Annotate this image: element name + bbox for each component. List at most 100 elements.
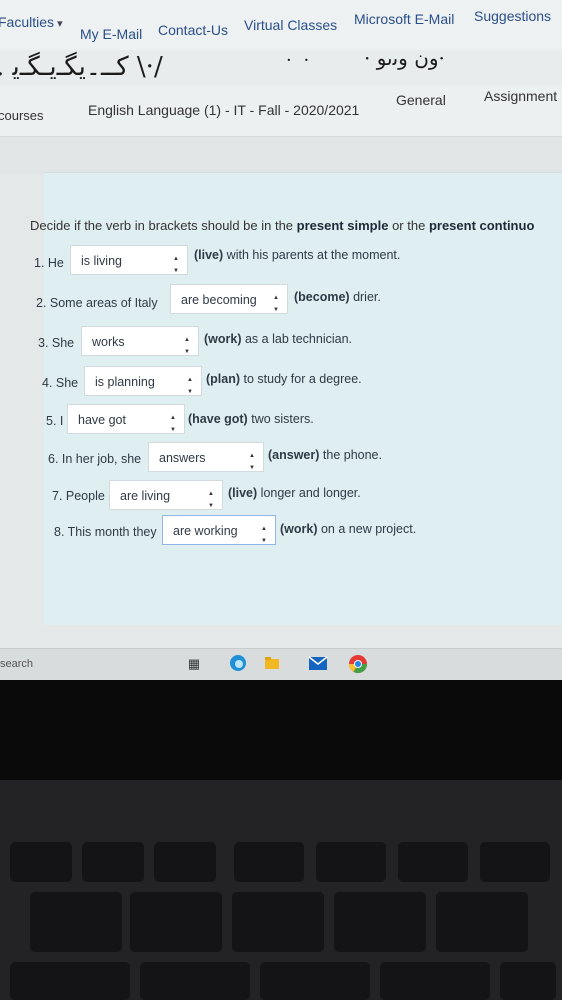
course-header: courses English Language (1) - IT - Fall… [0,86,562,137]
tab-assignment[interactable]: Assignment [484,88,557,104]
instruction-or: or the [392,218,426,233]
tab-general[interactable]: General [396,92,446,108]
instruction-present-simple: present simple [296,218,389,233]
question-1-hint: (live) with his parents at the moment. [194,248,400,262]
question-6-prefix: 6. In her job, she [48,452,142,466]
keyboard-key [500,962,556,1000]
chrome-icon[interactable] [348,654,368,674]
question-7-verb: (live) [228,486,258,500]
keyboard-key [436,892,528,952]
question-2-prefix: 2. Some areas of Italy [36,296,158,310]
question-6-verb: (answer) [268,448,320,462]
keyboard-key [130,892,222,952]
question-3-prefix: 3. She [38,336,75,350]
question-4-prefix: 4. She [42,376,79,390]
question-4-answer: is planning [95,375,155,389]
chevron-updown-icon: ▲ ▼ [273,295,279,313]
question-1-answer: is living [81,254,122,268]
keyboard-key [398,842,468,882]
nav-suggestions[interactable]: Suggestions [474,8,551,24]
nav-my-email[interactable]: My E-Mail [80,26,142,42]
question-7-rest: longer and longer. [260,486,361,500]
quiz-instruction: Decide if the verb in brackets should be… [30,218,534,233]
question-4-select[interactable]: is planning ▲ ▼ [84,366,202,396]
keyboard-key [30,892,122,952]
question-1-verb: (live) [194,248,224,262]
chevron-updown-icon: ▲ ▼ [208,491,214,509]
question-2-answer: are becoming [181,293,257,307]
laptop-keyboard [0,780,562,1000]
file-explorer-icon[interactable] [262,654,282,674]
question-7-prefix: 7. People [52,489,105,503]
question-6-select[interactable]: answers ▲ ▼ [148,442,264,472]
chevron-updown-icon: ▲ ▼ [184,337,190,355]
keyboard-key [10,842,72,882]
taskbar-search[interactable]: search [0,658,33,670]
question-3-hint: (work) as a lab technician. [204,332,352,346]
keyboard-key [10,962,130,1000]
question-2-verb: (become) [294,290,350,304]
page-spacer [0,137,562,175]
edge-icon[interactable] [228,654,248,674]
question-7-answer: are living [120,489,171,503]
keyboard-key [234,842,304,882]
header-banner: . ﮐــ۔ﯾﮕـﯾـﮕـﯾ \·/ · · · ﻭﻥ‍ ﻭﯨ‍ﯨﻮ· [0,50,562,86]
keyboard-key [154,842,216,882]
banner-text-right: · ﻭﻥ‍ ﻭﯨ‍ﯨﻮ· [364,50,445,70]
keyboard-key [232,892,324,952]
question-4-hint: (plan) to study for a degree. [206,372,362,386]
quiz-panel [44,172,562,625]
nav-microsoft-email[interactable]: Microsoft E-Mail [354,11,454,27]
keyboard-key [334,892,426,952]
keyboard-key [316,842,386,882]
question-2-rest: drier. [353,290,381,304]
question-8-verb: (work) [280,522,318,536]
screen: Faculties My E-Mail Contact-Us Virtual C… [0,0,562,680]
question-3-select[interactable]: works ▲ ▼ [81,326,199,356]
question-8-hint: (work) on a new project. [280,522,416,536]
question-6-answer: answers [159,451,206,465]
question-2-hint: (become) drier. [294,290,381,304]
chevron-updown-icon: ▲ ▼ [261,526,267,544]
question-7-hint: (live) longer and longer. [228,486,361,500]
question-1-select[interactable]: is living ▲ ▼ [70,245,188,275]
question-3-verb: (work) [204,332,242,346]
banner-dots: · · [286,50,313,71]
question-8-select[interactable]: are working ▲ ▼ [162,515,276,545]
question-5-verb: (have got) [188,412,248,426]
keyboard-key [260,962,370,1000]
question-5-answer: have got [78,413,126,427]
nav-faculties[interactable]: Faculties [0,14,63,30]
nav-virtual-classes[interactable]: Virtual Classes [244,17,337,33]
keyboard-key [380,962,490,1000]
nav-contact-us[interactable]: Contact-Us [158,22,228,38]
question-2-select[interactable]: are becoming ▲ ▼ [170,284,288,314]
question-5-hint: (have got) two sisters. [188,412,314,426]
question-5-select[interactable]: have got ▲ ▼ [67,404,185,434]
question-1-rest: with his parents at the moment. [226,248,401,262]
keyboard-key [140,962,250,1000]
mail-icon[interactable] [308,654,328,674]
question-7-select[interactable]: are living ▲ ▼ [109,480,223,510]
question-6-hint: (answer) the phone. [268,448,382,462]
question-8-rest: on a new project. [320,522,417,536]
question-5-rest: two sisters. [251,412,314,426]
keyboard-key [480,842,550,882]
question-4-rest: to study for a degree. [243,372,362,386]
chevron-updown-icon: ▲ ▼ [173,256,179,274]
instruction-text: Decide if the verb in brackets should be… [30,218,294,233]
laptop-bezel [0,680,562,780]
chevron-updown-icon: ▲ ▼ [249,453,255,471]
task-view-icon[interactable]: ▦ [184,654,204,674]
top-navigation: Faculties My E-Mail Contact-Us Virtual C… [0,0,562,50]
question-8-prefix: 8. This month they [54,525,157,539]
question-3-rest: as a lab technician. [244,332,352,346]
course-title[interactable]: English Language (1) - IT - Fall - 2020/… [88,102,359,118]
question-3-answer: works [92,335,125,349]
question-5-prefix: 5. I [46,414,64,428]
breadcrumb-courses[interactable]: courses [0,108,44,123]
chevron-updown-icon: ▲ ▼ [187,377,193,395]
instruction-present-continuous: present continuo [428,218,535,233]
chevron-updown-icon: ▲ ▼ [170,415,176,433]
banner-handwriting: . ﮐــ۔ﯾﮕـﯾـﮕـﯾ \·/ [0,52,163,82]
